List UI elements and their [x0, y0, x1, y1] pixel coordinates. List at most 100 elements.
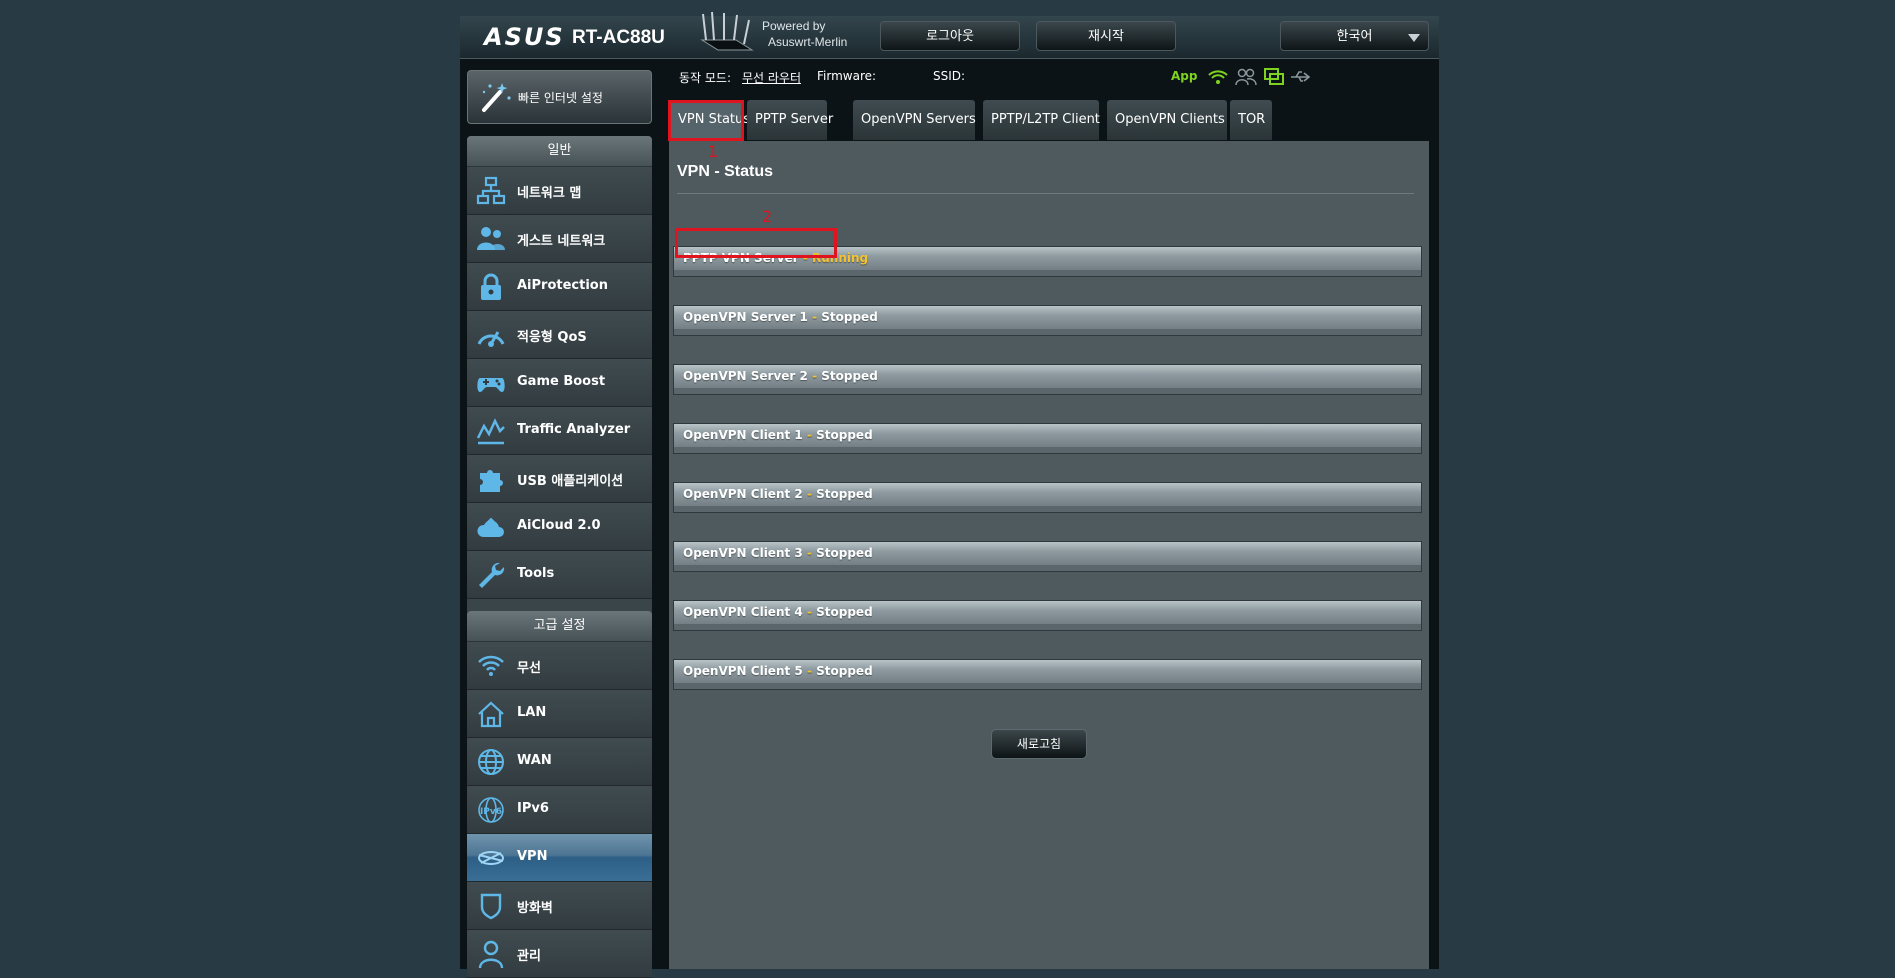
vpn-status-row[interactable]: OpenVPN Client 3 - Stopped [673, 541, 1422, 572]
menu-item-guest-network[interactable]: 게스트 네트워크 [467, 215, 652, 263]
menu-item-label: WAN [517, 753, 552, 768]
menu-item-wireless[interactable]: 무선 [467, 642, 652, 690]
tab-pptp-l2tp-client[interactable]: PPTP/L2TP Client [983, 100, 1100, 140]
app-link[interactable]: App [1171, 69, 1197, 83]
status-separator: - [806, 605, 812, 619]
tab-tor[interactable]: TOR [1230, 100, 1272, 140]
status-separator: - [806, 664, 812, 678]
quick-setup-label: 빠른 인터넷 설정 [518, 91, 603, 105]
menu-item-firewall[interactable]: 방화벽 [467, 882, 652, 930]
menu-item-traffic-analyzer[interactable]: Traffic Analyzer [467, 407, 652, 455]
wifi-icon [478, 655, 504, 676]
menu-item-ipv6[interactable]: IPv6 IPv6 [467, 786, 652, 834]
status-separator: - [812, 310, 818, 324]
home-icon [478, 701, 504, 728]
user-icon [478, 940, 504, 969]
language-select[interactable]: 한국어 [1280, 21, 1429, 51]
tab-openvpn-clients[interactable]: OpenVPN Clients [1107, 100, 1227, 140]
status-separator: - [806, 487, 812, 501]
asus-logo: ASUS [484, 23, 565, 51]
svg-text:IPv6: IPv6 [480, 807, 502, 817]
vpn-service-status: Stopped [816, 487, 873, 501]
menu-item-label: 네트워크 맵 [517, 186, 582, 201]
vpn-service-name: OpenVPN Server 1 [683, 310, 808, 324]
menu-item-vpn[interactable]: VPN [467, 834, 652, 882]
annotation-number-2: 2 [762, 207, 773, 226]
vpn-service-status: Stopped [816, 664, 873, 678]
vpn-service-name: OpenVPN Client 3 [683, 546, 803, 560]
vpn-service-status: Stopped [816, 546, 873, 560]
cloud-icon [477, 517, 504, 537]
menu-item-administration[interactable]: 관리 [467, 930, 652, 978]
magic-wand-icon [482, 83, 511, 112]
menu-item-game-boost[interactable]: Game Boost [467, 359, 652, 407]
clients-icon[interactable] [1235, 66, 1257, 88]
vpn-status-row[interactable]: OpenVPN Client 4 - Stopped [673, 600, 1422, 631]
menu-item-label: AiCloud 2.0 [517, 518, 601, 533]
lock-icon [481, 273, 501, 300]
menu-item-aiprotection[interactable]: AiProtection [467, 263, 652, 311]
vpn-service-name: OpenVPN Client 4 [683, 605, 803, 619]
router-admin-page: ASUS RT-AC88U Powered by Asuswrt-Merlin … [460, 11, 1439, 978]
language-label: 한국어 [1336, 29, 1373, 44]
vpn-service-name: OpenVPN Client 1 [683, 428, 803, 442]
tab-pptp-server[interactable]: PPTP Server [747, 100, 833, 140]
menu-item-usb-application[interactable]: USB 애플리케이션 [467, 455, 652, 503]
usb-icon[interactable] [1289, 66, 1311, 88]
ssid-label: SSID: [933, 69, 966, 83]
shield-icon [480, 893, 502, 920]
title-divider [677, 193, 1414, 194]
vpn-status-panel: VPN - Status PPTP VPN Server - Running O… [669, 141, 1429, 969]
row-text: OpenVPN Client 5 - Stopped [683, 664, 873, 678]
menu-item-aicloud[interactable]: AiCloud 2.0 [467, 503, 652, 551]
status-bar: 동작 모드: 무선 라우터 Firmware: SSID: App [679, 66, 1439, 90]
status-separator: - [806, 546, 812, 560]
guest-network-icon [477, 227, 505, 250]
menu-item-label: 방화벽 [517, 901, 553, 916]
vpn-status-row[interactable]: OpenVPN Client 5 - Stopped [673, 659, 1422, 690]
logout-button[interactable]: 로그아웃 [880, 21, 1020, 51]
menu-item-label: 무선 [517, 661, 541, 676]
advanced-menu-heading: 고급 설정 [467, 611, 652, 642]
refresh-button[interactable]: 새로고침 [991, 729, 1087, 759]
operation-mode-link[interactable]: 무선 라우터 [742, 69, 801, 86]
powered-by-label: Powered by [762, 19, 826, 33]
vpn-status-row[interactable]: OpenVPN Server 1 - Stopped [673, 305, 1422, 336]
advanced-menu: 고급 설정 무선 LAN WAN IPv6 IPv6 VPN 방화벽 관리 [467, 611, 652, 978]
chart-icon [476, 418, 505, 445]
vpn-service-name: OpenVPN Client 2 [683, 487, 803, 501]
quick-internet-setup-button[interactable]: 빠른 인터넷 설정 [467, 70, 652, 124]
router-icon [700, 11, 754, 51]
menu-item-wan[interactable]: WAN [467, 738, 652, 786]
ipv6-icon: IPv6 [478, 797, 504, 823]
wifi-status-icon[interactable] [1207, 66, 1229, 88]
row-text: OpenVPN Client 1 - Stopped [683, 428, 873, 442]
menu-item-label: AiProtection [517, 278, 608, 293]
menu-item-lan[interactable]: LAN [467, 690, 652, 738]
reboot-button[interactable]: 재시작 [1036, 21, 1176, 51]
menu-item-tools[interactable]: Tools [467, 551, 652, 599]
menu-item-network-map[interactable]: 네트워크 맵 [467, 167, 652, 215]
vpn-service-status: Stopped [816, 605, 873, 619]
status-separator: - [806, 428, 812, 442]
puzzle-icon [480, 470, 503, 492]
globe-icon [478, 749, 504, 775]
vpn-status-row[interactable]: OpenVPN Client 1 - Stopped [673, 423, 1422, 454]
menu-item-label: 게스트 네트워크 [517, 234, 606, 249]
vpn-service-status: Stopped [821, 369, 878, 383]
menu-item-label: Tools [517, 566, 555, 581]
internet-status-icon[interactable] [1263, 66, 1285, 88]
tab-openvpn-servers[interactable]: OpenVPN Servers [853, 100, 976, 140]
menu-item-label: 적응형 QoS [517, 330, 587, 345]
vpn-status-row[interactable]: OpenVPN Server 2 - Stopped [673, 364, 1422, 395]
general-menu-heading: 일반 [467, 136, 652, 167]
page-title: VPN - Status [677, 163, 774, 180]
general-menu: 일반 네트워크 맵 게스트 네트워크 AiProtection 적응형 QoS … [467, 136, 652, 620]
annotation-box-2 [675, 228, 837, 258]
row-text: OpenVPN Client 3 - Stopped [683, 546, 873, 560]
menu-item-label: Traffic Analyzer [517, 422, 631, 437]
vpn-status-row[interactable]: OpenVPN Client 2 - Stopped [673, 482, 1422, 513]
row-text: OpenVPN Client 4 - Stopped [683, 605, 873, 619]
menu-item-adaptive-qos[interactable]: 적응형 QoS [467, 311, 652, 359]
chevron-down-icon [1408, 34, 1420, 42]
